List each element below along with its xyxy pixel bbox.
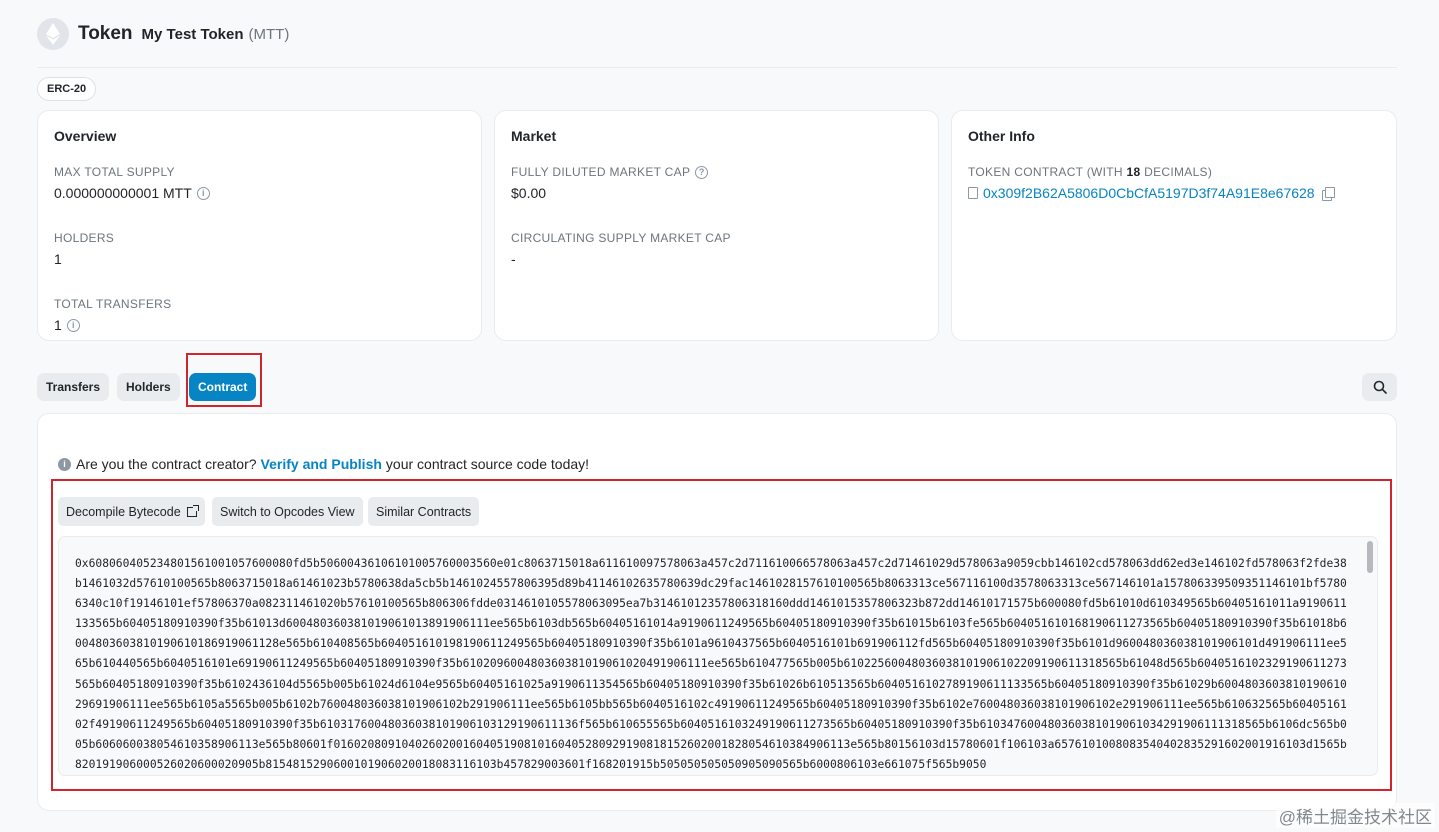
transfers-value: 1: [54, 317, 62, 333]
highlight-box: [51, 479, 1392, 791]
search-button[interactable]: [1362, 373, 1397, 401]
overview-title: Overview: [54, 128, 117, 144]
transfers-row: 1 i: [54, 317, 465, 333]
contract-address-link[interactable]: 0x309f2B62A5806D0CbCfA5197D3f74A91E8e676…: [983, 185, 1315, 201]
page-title: Token: [78, 23, 133, 44]
watermark: @稀土掘金技术社区: [1275, 803, 1435, 828]
other-info-title: Other Info: [968, 128, 1035, 144]
csmc-label: CIRCULATING SUPPLY MARKET CAP: [511, 231, 731, 245]
transfers-label: TOTAL TRANSFERS: [54, 297, 172, 311]
market-card: Market FULLY DILUTED MARKET CAP ? $0.00 …: [494, 110, 939, 341]
help-icon[interactable]: ?: [695, 165, 709, 179]
contract-creator-notice: i Are you the contract creator? Verify a…: [58, 456, 589, 472]
info-icon[interactable]: i: [196, 186, 210, 200]
info-icon[interactable]: i: [66, 318, 80, 332]
holders-label: HOLDERS: [54, 231, 115, 245]
holders-row: 1: [54, 251, 465, 267]
max-supply-label: MAX TOTAL SUPPLY: [54, 165, 175, 179]
market-title: Market: [511, 128, 557, 144]
csmc-value: -: [511, 251, 516, 267]
token-name: My Test Token: [141, 25, 244, 43]
max-supply-row: 0.000000000001 MTT i: [54, 185, 465, 201]
token-symbol: (MTT): [248, 25, 290, 43]
tab-transfers[interactable]: Transfers: [37, 373, 110, 401]
other-info-card: Other Info TOKEN CONTRACT (WITH 18 DECIM…: [951, 110, 1397, 341]
token-standard-badge: ERC-20: [37, 77, 97, 101]
search-icon: [1373, 380, 1387, 394]
creator-suffix: your contract source code today!: [385, 456, 590, 472]
copy-icon[interactable]: [1321, 186, 1335, 201]
holders-value: 1: [54, 251, 62, 267]
contract-address-row: 0x309f2B62A5806D0CbCfA5197D3f74A91E8e676…: [968, 185, 1380, 201]
token-contract-label: TOKEN CONTRACT (WITH 18 DECIMALS): [968, 165, 1380, 179]
contract-label-prefix: TOKEN CONTRACT (WITH: [968, 165, 1127, 179]
tab-holders[interactable]: Holders: [117, 373, 180, 401]
token-page: Token My Test Token (MTT) ERC-20 Overvie…: [0, 0, 1439, 832]
header-divider: [37, 67, 1397, 68]
highlight-box: [186, 353, 262, 407]
info-icon: i: [58, 457, 71, 471]
creator-prefix: Are you the contract creator?: [76, 456, 257, 472]
contract-label-suffix: DECIMALS): [1140, 165, 1213, 179]
overview-card: Overview MAX TOTAL SUPPLY 0.000000000001…: [37, 110, 482, 341]
fdmc-label: FULLY DILUTED MARKET CAP: [511, 165, 691, 179]
fdmc-row: FULLY DILUTED MARKET CAP ?: [511, 165, 922, 179]
csmc-value-row: -: [511, 251, 922, 267]
token-header: Token My Test Token (MTT): [37, 14, 289, 54]
contract-file-icon: [968, 187, 978, 199]
verify-publish-link[interactable]: Verify and Publish: [261, 456, 382, 472]
ethereum-logo-icon: [37, 18, 69, 50]
fdmc-value: $0.00: [511, 185, 547, 201]
fdmc-value-row: $0.00: [511, 185, 922, 201]
max-supply-value: 0.000000000001 MTT: [54, 185, 192, 201]
contract-decimals: 18: [1126, 165, 1141, 179]
